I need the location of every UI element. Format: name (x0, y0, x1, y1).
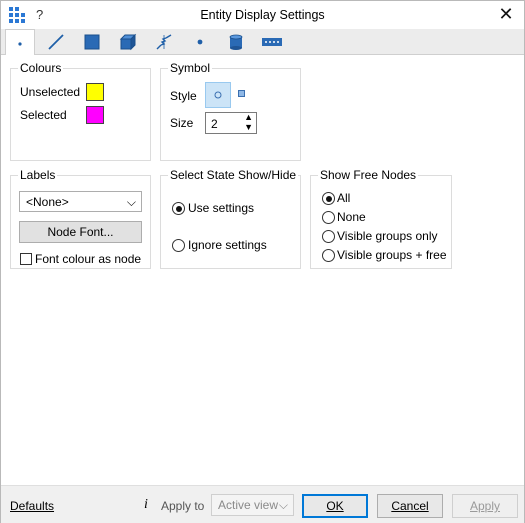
labels-title: Labels (18, 168, 58, 182)
ok-button[interactable]: OK (302, 494, 368, 518)
symbol-title: Symbol (168, 61, 213, 75)
tab-points[interactable] (185, 30, 215, 54)
tab-nodes[interactable] (5, 29, 35, 55)
free-nodes-all-label: All (337, 191, 351, 205)
spin-down-icon[interactable]: ▼ (244, 122, 253, 132)
free-nodes-title: Show Free Nodes (318, 168, 419, 182)
labels-combo-value: <None> (26, 195, 69, 209)
window-title: Entity Display Settings (200, 8, 325, 22)
title-bar: ? Entity Display Settings ✕ (1, 1, 524, 29)
font-colour-checkbox[interactable] (20, 253, 32, 265)
size-value: 2 (211, 117, 218, 131)
size-label: Size (170, 116, 194, 130)
cancel-label: Cancel (391, 499, 429, 513)
dialog-window: ? Entity Display Settings ✕ Colours Unse… (0, 0, 525, 523)
free-nodes-all-radio[interactable] (322, 192, 335, 205)
ignore-settings-label: Ignore settings (188, 238, 267, 252)
square-symbol-icon (238, 90, 245, 97)
square-icon (84, 34, 100, 50)
ok-label: OK (326, 499, 344, 513)
unselected-label: Unselected (20, 85, 81, 99)
style-square-option[interactable] (237, 88, 247, 98)
spring-icon (156, 34, 172, 50)
labels-group: Labels <None> ⌵ Node Font... Font colour… (10, 168, 151, 269)
info-icon[interactable]: i (144, 497, 148, 513)
tab-springs[interactable] (149, 30, 179, 54)
free-nodes-group: Show Free Nodes All None Visible groups … (310, 168, 452, 269)
free-nodes-visible-only-radio[interactable] (322, 230, 335, 243)
selected-color-swatch[interactable] (86, 106, 104, 124)
free-nodes-visible-free-label: Visible groups + free (337, 248, 447, 262)
node-dot-icon (18, 41, 22, 46)
point-icon (197, 39, 203, 45)
node-font-button[interactable]: Node Font... (19, 221, 142, 243)
symbol-group: Symbol Style Size 2 ▲ ▼ (160, 61, 301, 161)
apply-to-value: Active view (218, 498, 279, 512)
footer-bar: Defaults i Apply to Active view ⌵ OK Can… (1, 485, 524, 523)
colours-title: Colours (18, 61, 64, 75)
tab-volumes[interactable] (113, 30, 143, 54)
apply-label: Apply (469, 499, 501, 513)
free-nodes-visible-only-label: Visible groups only (337, 229, 438, 243)
unselected-color-swatch[interactable] (86, 83, 104, 101)
style-circle-option[interactable] (205, 82, 231, 108)
spin-up-icon[interactable]: ▲ (244, 112, 253, 122)
style-label: Style (170, 89, 197, 103)
tab-lines[interactable] (41, 30, 71, 54)
apply-to-label: Apply to (161, 499, 205, 513)
entity-tabs (1, 29, 524, 55)
circle-symbol-icon (214, 91, 222, 99)
free-nodes-visible-free-radio[interactable] (322, 249, 335, 262)
cube-icon (119, 33, 137, 51)
chevron-down-icon: ⌵ (126, 195, 136, 209)
line-icon (48, 34, 64, 50)
free-nodes-none-radio[interactable] (322, 211, 335, 224)
chevron-down-icon: ⌵ (278, 498, 288, 512)
defaults-link[interactable]: Defaults (10, 499, 54, 513)
use-settings-radio[interactable] (172, 202, 185, 215)
size-spinner[interactable]: 2 ▲ ▼ (205, 112, 257, 134)
select-state-group: Select State Show/Hide Use settings Igno… (160, 168, 301, 269)
ignore-settings-radio[interactable] (172, 239, 185, 252)
select-state-title: Select State Show/Hide (168, 168, 299, 182)
tab-surfaces[interactable] (77, 30, 107, 54)
selected-label: Selected (20, 108, 67, 122)
cancel-button[interactable]: Cancel (377, 494, 443, 518)
apply-to-combo[interactable]: Active view ⌵ (211, 494, 294, 516)
dotted-line-icon (262, 38, 282, 46)
font-colour-label: Font colour as node (35, 252, 142, 266)
colours-group: Colours Unselected Selected (10, 61, 151, 161)
free-nodes-none-label: None (337, 210, 366, 224)
tab-dotted[interactable] (257, 30, 287, 54)
apply-button[interactable]: Apply (452, 494, 518, 518)
close-button[interactable]: ✕ (497, 4, 515, 24)
tab-cylinders[interactable] (221, 30, 251, 54)
cylinder-icon (229, 34, 243, 50)
use-settings-label: Use settings (188, 201, 255, 215)
labels-combo[interactable]: <None> ⌵ (19, 191, 142, 212)
